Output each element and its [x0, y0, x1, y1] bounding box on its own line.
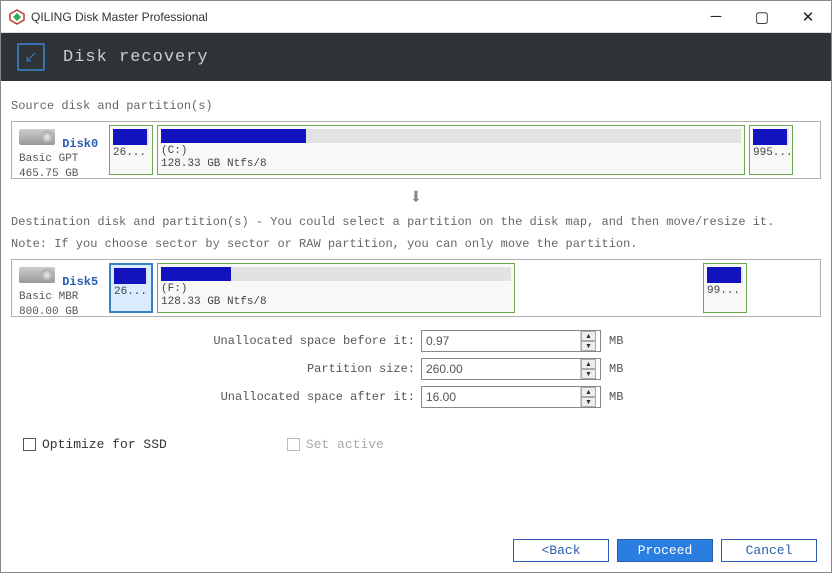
dest-disk-name: Disk5 [62, 275, 98, 289]
recovery-icon: ↙ [17, 43, 45, 71]
unalloc-before-input[interactable]: 0.97 ▲▼ [421, 330, 601, 352]
arrow-down-icon: ⬇ [11, 185, 821, 211]
dest-partition-0[interactable]: 26... [109, 263, 153, 313]
unalloc-after-label: Unallocated space after it: [11, 390, 421, 404]
app-logo-icon [9, 9, 25, 25]
window-title: QILING Disk Master Professional [31, 10, 693, 24]
dest-disk-type: Basic MBR [19, 291, 78, 303]
disk-icon [19, 129, 55, 145]
source-disk-name: Disk0 [62, 137, 98, 151]
back-button[interactable]: <Back [513, 539, 609, 562]
partition-size-label: Partition size: [11, 362, 421, 376]
dest-partition-2[interactable]: 99... [703, 263, 747, 313]
dest-gap [519, 263, 699, 313]
stepper-icon[interactable]: ▲▼ [580, 387, 596, 407]
source-disk-box: Disk0 Basic GPT 465.75 GB 26... (C:) 128… [11, 121, 821, 179]
page-header: ↙ Disk recovery [1, 33, 831, 81]
dest-disk-info: Disk5 Basic MBR 800.00 GB [15, 263, 105, 313]
source-partition-1[interactable]: (C:) 128.33 GB Ntfs/8 [157, 125, 745, 175]
maximize-button[interactable]: ▢ [739, 1, 785, 32]
stepper-icon[interactable]: ▲▼ [580, 359, 596, 379]
titlebar: QILING Disk Master Professional ─ ▢ ✕ [1, 1, 831, 33]
source-disk-type: Basic GPT [19, 153, 78, 165]
dest-partition-1[interactable]: (F:) 128.33 GB Ntfs/8 [157, 263, 515, 313]
resize-form: Unallocated space before it: 0.97 ▲▼ MB … [11, 329, 821, 409]
dest-label-2: Note: If you choose sector by sector or … [11, 237, 821, 251]
source-partition-0[interactable]: 26... [109, 125, 153, 175]
disk-icon [19, 267, 55, 283]
dest-disk-box: Disk5 Basic MBR 800.00 GB 26... (F:) 128… [11, 259, 821, 317]
dest-label-1: Destination disk and partition(s) - You … [11, 215, 821, 229]
proceed-button[interactable]: Proceed [617, 539, 713, 562]
minimize-button[interactable]: ─ [693, 1, 739, 32]
optimize-ssd-checkbox[interactable]: Optimize for SSD [23, 437, 167, 452]
source-label: Source disk and partition(s) [11, 99, 821, 113]
unalloc-after-input[interactable]: 16.00 ▲▼ [421, 386, 601, 408]
cancel-button[interactable]: Cancel [721, 539, 817, 562]
source-partition-2[interactable]: 995... [749, 125, 793, 175]
stepper-icon[interactable]: ▲▼ [580, 331, 596, 351]
partition-size-input[interactable]: 260.00 ▲▼ [421, 358, 601, 380]
footer-buttons: <Back Proceed Cancel [513, 539, 817, 562]
page-title: Disk recovery [63, 48, 209, 67]
source-disk-size: 465.75 GB [19, 168, 78, 180]
close-button[interactable]: ✕ [785, 1, 831, 32]
set-active-checkbox: Set active [287, 437, 384, 452]
unalloc-before-label: Unallocated space before it: [11, 334, 421, 348]
source-disk-info: Disk0 Basic GPT 465.75 GB [15, 125, 105, 175]
dest-disk-size: 800.00 GB [19, 306, 78, 318]
